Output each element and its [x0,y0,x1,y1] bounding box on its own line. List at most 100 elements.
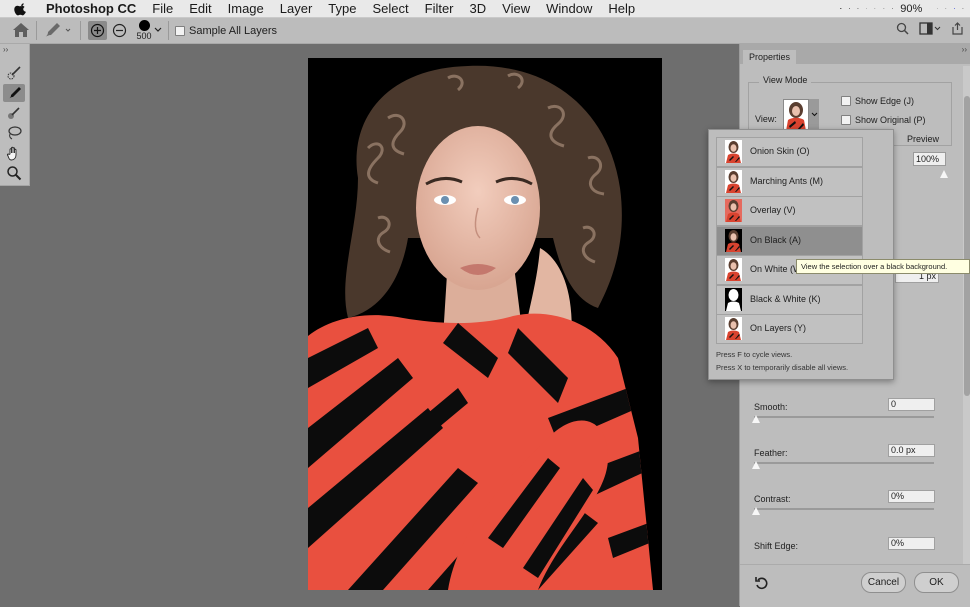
tab-properties[interactable]: Properties [743,50,796,64]
shield-icon[interactable] [840,8,842,9]
menu-select[interactable]: Select [372,1,408,16]
share-icon[interactable] [951,22,964,35]
menu-layer[interactable]: Layer [280,1,313,16]
show-original-checkbox[interactable]: Show Original (P) [841,115,926,125]
slider-knob[interactable] [752,461,760,469]
time-machine-icon[interactable] [866,8,868,9]
shift-edge-field[interactable]: 0% [888,537,935,550]
quick-selection-icon [6,65,22,81]
options-bar: 500 Sample All Layers [0,18,970,44]
notification-center-icon[interactable] [962,8,964,9]
hand-tool[interactable] [3,144,25,162]
chevron-down-icon[interactable] [154,27,162,33]
preview-checkbox[interactable]: Preview [907,134,939,144]
cancel-button[interactable]: Cancel [861,572,906,593]
view-dropdown-button[interactable] [809,99,819,130]
show-edge-checkbox[interactable]: Show Edge (J) [841,96,914,106]
view-mode-item-label: On Layers (Y) [750,323,806,333]
checkbox-box[interactable] [175,26,185,36]
app-menu[interactable]: Photoshop CC [46,1,136,16]
wifi-icon[interactable] [883,8,885,9]
view-mode-legend: View Mode [759,75,811,85]
reset-icon[interactable] [754,575,770,591]
menu-3d[interactable]: 3D [470,1,487,16]
apple-icon[interactable] [14,2,28,16]
menu-file[interactable]: File [152,1,173,16]
menu-window[interactable]: Window [546,1,592,16]
collapse-icon[interactable]: ›› [962,45,967,54]
opacity-slider-knob[interactable] [940,170,948,178]
brush-tip-icon [139,20,150,31]
smooth-field[interactable]: 0 [888,398,935,411]
scrollbar[interactable] [963,66,970,602]
opacity-field[interactable]: 100% [913,152,946,166]
view-mode-item[interactable]: Onion Skin (O) [716,137,863,167]
slider-track[interactable] [754,508,934,510]
slider-track[interactable] [754,462,934,464]
panel-grip-icon[interactable]: ›› [3,45,8,54]
search-icon[interactable] [945,8,947,9]
workspace-icon[interactable] [919,22,941,35]
scrollbar-thumb[interactable] [964,96,970,396]
refine-edge-brush-tool[interactable] [3,84,25,102]
zoom-icon [6,165,22,181]
document-canvas[interactable] [308,58,662,590]
ok-button[interactable]: OK [914,572,959,593]
smooth-label: Smooth: [754,402,788,412]
clock-icon[interactable] [937,8,939,9]
view-mode-item[interactable]: Black & White (K) [716,285,863,315]
divider [80,21,81,40]
search-icon[interactable] [896,22,909,35]
portrait-image [308,58,662,590]
view-mode-item[interactable]: Marching Ants (M) [716,167,863,197]
contrast-field[interactable]: 0% [888,490,935,503]
menu-help[interactable]: Help [608,1,635,16]
feather-field[interactable]: 0.0 px [888,444,935,457]
add-to-selection-button[interactable] [88,21,107,40]
brush-preset-icon[interactable] [42,21,72,40]
menu-edit[interactable]: Edit [189,1,211,16]
checkbox-box[interactable] [841,96,851,106]
brush-tool[interactable] [3,104,25,122]
divider [168,21,169,40]
quick-selection-tool[interactable] [3,64,25,82]
zoom-tool[interactable] [3,164,25,182]
battery-percent: 90% [900,3,922,15]
subtract-from-selection-button[interactable] [110,21,129,40]
display-icon[interactable] [857,8,859,9]
view-thumbnail[interactable] [783,99,809,132]
view-thumbnail-icon [725,199,742,222]
view-mode-item-label: On Black (A) [750,235,801,245]
chevron-down-icon [811,112,818,117]
menu-type[interactable]: Type [328,1,356,16]
divider [36,21,37,40]
siri-icon[interactable] [954,8,956,9]
view-mode-item[interactable]: On Layers (Y) [716,314,863,344]
view-mode-item-label: Marching Ants (M) [750,176,823,186]
volume-icon[interactable] [892,8,894,9]
shift-edge-label: Shift Edge: [754,541,798,551]
sample-all-layers-checkbox[interactable]: Sample All Layers [175,25,277,37]
menu-filter[interactable]: Filter [425,1,454,16]
view-mode-item[interactable]: On Black (A) [716,226,863,256]
checkbox-box[interactable] [841,115,851,125]
brush-size-picker[interactable]: 500 [134,19,154,41]
menu-image[interactable]: Image [228,1,264,16]
tooltip: View the selection over a black backgrou… [796,259,970,274]
creative-cloud-icon[interactable] [849,8,851,9]
lasso-tool[interactable] [3,124,25,142]
show-edge-label: Show Edge (J) [855,96,914,106]
brush-size-value: 500 [136,31,151,41]
view-thumbnail-icon [725,317,742,340]
view-mode-dropdown: Onion Skin (O) Marching Ants (M) Overlay (… [708,129,894,380]
slider-knob[interactable] [752,507,760,515]
cycle-views-hint: Press F to cycle views. [716,350,792,359]
slider-track[interactable] [754,416,934,418]
view-thumbnail-icon [725,140,742,163]
view-mode-item-label: Onion Skin (O) [750,146,810,156]
home-icon[interactable] [12,22,30,38]
slider-knob[interactable] [752,415,760,423]
bluetooth-icon[interactable] [874,8,876,9]
view-mode-item[interactable]: Overlay (V) [716,196,863,226]
menu-view[interactable]: View [502,1,530,16]
